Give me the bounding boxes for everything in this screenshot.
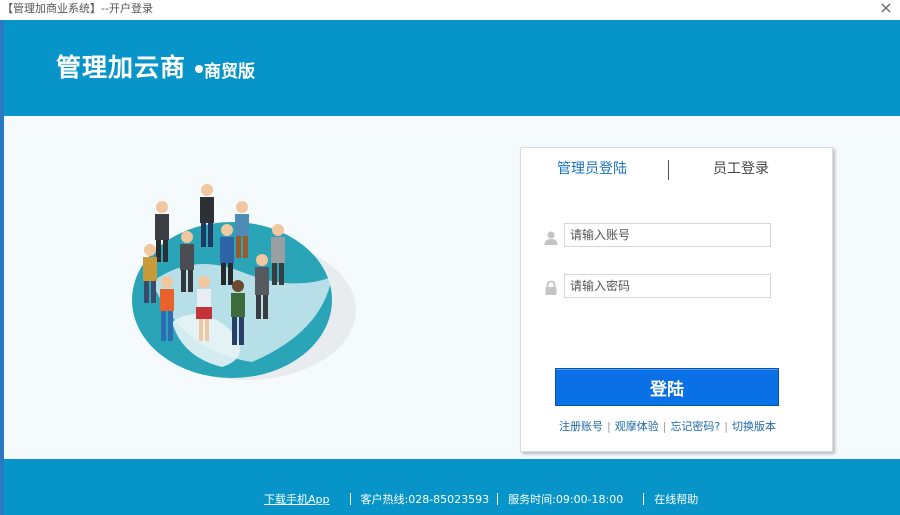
register-link[interactable]: 注册账号 [559,420,603,433]
header-banner: 管理加云商 商贸版 [4,20,900,116]
logo-dot [195,65,203,73]
main-content: 管理员登陆 员工登录 登陆 注册账号|观摩体验|忘记密码?|切换版本 [4,116,900,459]
login-panel: 管理员登陆 员工登录 登陆 注册账号|观摩体验|忘记密码?|切换版本 [520,147,833,452]
password-input[interactable] [564,274,771,298]
tab-staff-login[interactable]: 员工登录 [713,158,769,178]
download-app-link[interactable]: 下载手机App [264,493,330,506]
people-globe-illustration [132,184,356,380]
auxiliary-links: 注册账号 | 观摩体验 | 忘记密码? | 切换版本 [559,420,776,433]
footer-info: 下载手机App 客户热线:028-85023593 服务时间:09:00-18:00… [264,491,698,507]
switch-version-link[interactable]: 切换版本 [732,420,776,433]
hotline-text: 客户热线:028-85023593 [360,493,490,506]
tab-divider [668,160,669,180]
window-titlebar: 【管理加商业系统】--开户登录 × [0,0,900,20]
account-input[interactable] [564,223,771,247]
window-title: 【管理加商业系统】--开户登录 [2,2,153,15]
demo-link[interactable]: 观摩体验 [615,420,659,433]
forgot-password-link[interactable]: 忘记密码? [670,420,720,433]
login-button[interactable]: 登陆 [555,368,779,406]
close-icon[interactable]: × [878,0,894,18]
lock-icon [545,280,557,295]
tab-admin-login[interactable]: 管理员登陆 [557,158,627,178]
user-icon [544,231,558,245]
service-hours-text: 服务时间:09:00-18:00 [508,493,624,506]
logo-edition: 商贸版 [204,62,255,82]
footer-bar: 下载手机App 客户热线:028-85023593 服务时间:09:00-18:00… [4,459,900,515]
online-help-link[interactable]: 在线帮助 [654,493,698,506]
logo-title: 管理加云商 [56,53,187,82]
